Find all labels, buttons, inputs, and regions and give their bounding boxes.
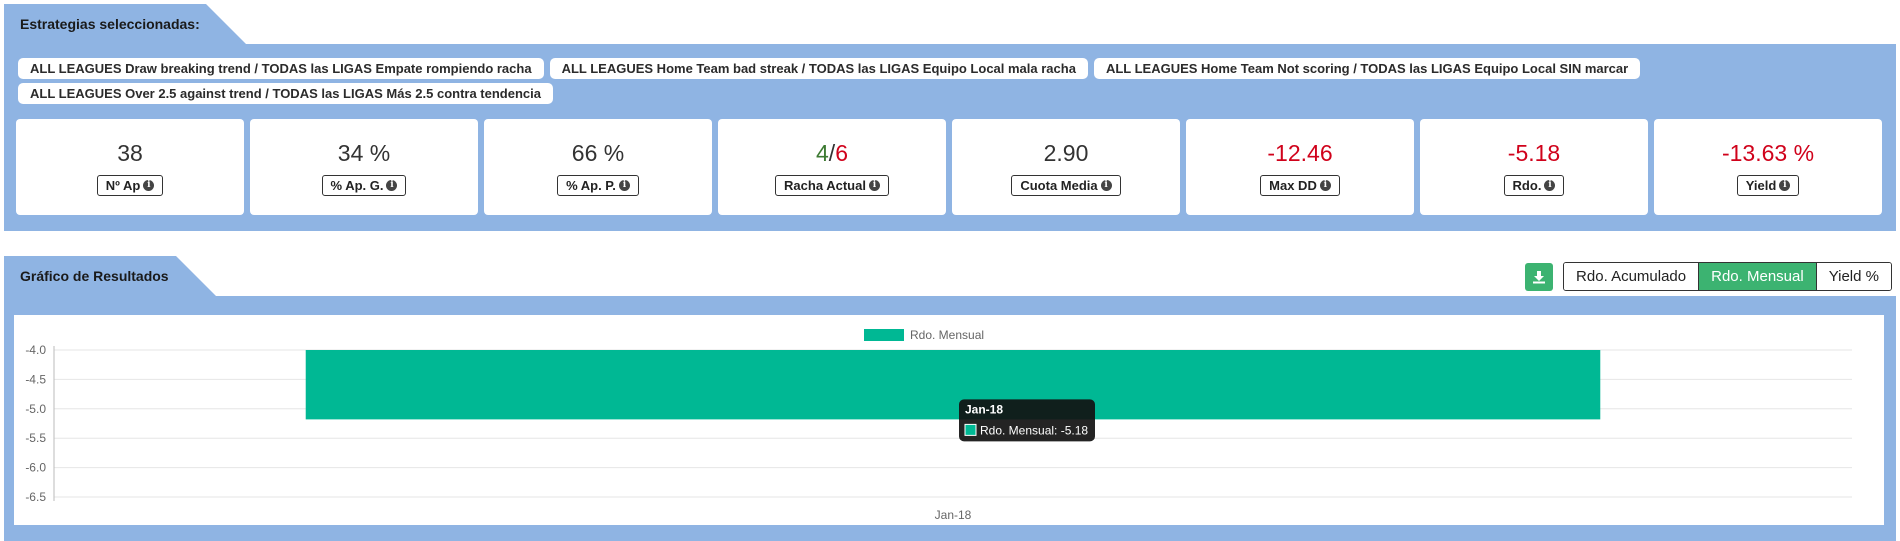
stat-label-button[interactable]: Yield i: [1736, 175, 1800, 196]
stat-value: 2.90: [1043, 140, 1089, 166]
y-tick-label: -5.0: [25, 402, 46, 416]
selected-strategies-title: Estrategias seleccionadas:: [4, 4, 246, 44]
strategy-tag[interactable]: ALL LEAGUES Draw breaking trend / TODAS …: [18, 58, 544, 79]
stat-label-text: % Ap. G.: [330, 178, 384, 193]
stat-card-rdo: -5.18 Rdo. i: [1420, 119, 1648, 215]
racha-won: 4: [816, 140, 829, 166]
info-icon[interactable]: i: [143, 180, 155, 191]
stat-label-button[interactable]: Max DD i: [1260, 175, 1340, 196]
stat-value: -12.46: [1267, 140, 1333, 166]
results-bar-chart: -4.0 -4.5 -5.0 -5.5 -6.0 -6.5 Rdo. Mensual Jan-…: [25, 328, 1852, 522]
stat-card-yield: -13.63 % Yield i: [1654, 119, 1882, 215]
stat-label-text: Nº Ap: [105, 178, 141, 193]
x-tick-label: Jan-18: [935, 508, 972, 522]
stat-card-pct-ap-g: 34 % % Ap. G. i: [250, 119, 478, 215]
y-tick-label: -4.0: [25, 343, 46, 357]
y-tick-label: -5.5: [25, 431, 46, 445]
toggle-yield[interactable]: Yield %: [1816, 263, 1891, 290]
results-chart: -4.0 -4.5 -5.0 -5.5 -6.0 -6.5 Rdo. Mensual Jan-…: [14, 315, 1884, 525]
tooltip-swatch: [964, 423, 977, 436]
stat-label-text: Yield: [1745, 178, 1777, 193]
bar[interactable]: [305, 350, 1601, 420]
y-tick-label: -6.5: [25, 490, 46, 504]
stat-label-text: Rdo.: [1512, 178, 1542, 193]
stat-label-text: Cuota Media: [1020, 178, 1098, 193]
stat-value: -13.63 %: [1721, 140, 1815, 166]
info-icon[interactable]: i: [868, 180, 880, 191]
info-icon[interactable]: i: [1319, 180, 1331, 191]
stat-label-button[interactable]: Rdo. i: [1503, 175, 1565, 196]
results-chart-header: Gráfico de Resultados: [4, 256, 216, 296]
tooltip-text: Rdo. Mensual: -5.18: [980, 423, 1088, 437]
strategy-list: ALL LEAGUES Draw breaking trend / TODAS …: [18, 58, 1878, 104]
stat-card-max-dd: -12.46 Max DD i: [1186, 119, 1414, 215]
download-button[interactable]: [1525, 262, 1554, 291]
stat-label-text: Racha Actual: [784, 178, 866, 193]
chart-controls: Rdo. Acumulado Rdo. Mensual Yield %: [1525, 262, 1892, 291]
stat-label-text: Max DD: [1269, 178, 1317, 193]
stat-value: 38: [117, 140, 143, 166]
stat-label-button[interactable]: Nº Ap i: [96, 175, 164, 196]
stat-value: -5.18: [1507, 140, 1561, 166]
stat-label-button[interactable]: % Ap. G. i: [321, 175, 407, 196]
toggle-rdo-mensual[interactable]: Rdo. Mensual: [1699, 263, 1817, 290]
info-icon[interactable]: i: [1100, 180, 1112, 191]
stat-value: 4/6: [816, 139, 848, 167]
stat-value: 66 %: [571, 140, 625, 166]
results-chart-title: Gráfico de Resultados: [4, 256, 216, 296]
legend-label: Rdo. Mensual: [910, 328, 984, 342]
toggle-rdo-acumulado[interactable]: Rdo. Acumulado: [1564, 263, 1700, 290]
legend-swatch: [864, 329, 904, 341]
y-tick-label: -4.5: [25, 372, 46, 386]
stat-card-pct-ap-p: 66 % % Ap. P. i: [484, 119, 712, 215]
stat-label-text: % Ap. P.: [566, 178, 616, 193]
info-icon[interactable]: i: [1779, 180, 1791, 191]
strategy-tag[interactable]: ALL LEAGUES Home Team Not scoring / TODA…: [1093, 58, 1641, 79]
download-icon: [1533, 270, 1546, 283]
strategies-panel: ALL LEAGUES Draw breaking trend / TODAS …: [4, 44, 1896, 231]
info-icon[interactable]: i: [618, 180, 630, 191]
info-icon[interactable]: i: [386, 180, 398, 191]
stats-row: 38 Nº Ap i 34 % % Ap. G. i 66 % % Ap. P. i …: [16, 119, 1892, 215]
racha-lost: 6: [835, 140, 848, 166]
stat-card-n-ap: 38 Nº Ap i: [16, 119, 244, 215]
stat-card-cuota: 2.90 Cuota Media i: [952, 119, 1180, 215]
stat-label-button[interactable]: Cuota Media i: [1011, 175, 1121, 196]
tooltip-title: Jan-18: [965, 402, 1003, 416]
chart-mode-toggle: Rdo. Acumulado Rdo. Mensual Yield %: [1563, 262, 1892, 291]
stat-label-button[interactable]: % Ap. P. i: [557, 175, 639, 196]
y-tick-label: -6.0: [25, 461, 46, 475]
stat-value: 34 %: [337, 140, 391, 166]
stat-label-button[interactable]: Racha Actual i: [775, 175, 889, 196]
info-icon[interactable]: i: [1544, 180, 1556, 191]
stat-card-racha: 4/6 Racha Actual i: [718, 119, 946, 215]
selected-strategies-header: Estrategias seleccionadas:: [4, 4, 246, 44]
strategy-tag[interactable]: ALL LEAGUES Over 2.5 against trend / TOD…: [18, 83, 553, 104]
strategy-tag[interactable]: ALL LEAGUES Home Team bad streak / TODAS…: [549, 58, 1088, 79]
